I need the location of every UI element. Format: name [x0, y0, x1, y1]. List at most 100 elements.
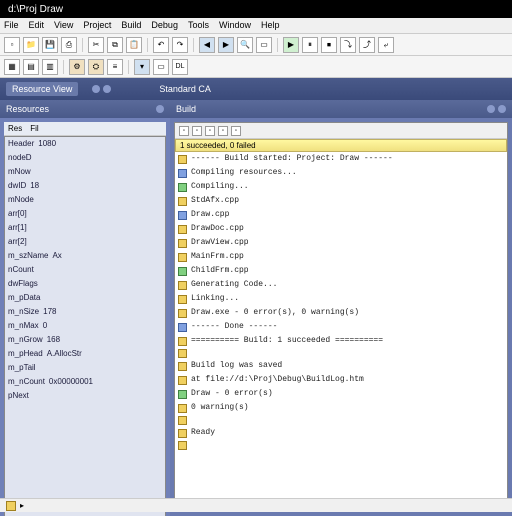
var-row[interactable]: m_nMax 0: [5, 319, 165, 333]
out-opt4-icon[interactable]: ▫: [218, 126, 228, 136]
stop-icon[interactable]: ⏹: [321, 37, 337, 53]
panel-close-icon[interactable]: [498, 105, 506, 113]
out-opt2-icon[interactable]: ▫: [192, 126, 202, 136]
var-row[interactable]: m_nSize 178: [5, 305, 165, 319]
menu-view[interactable]: View: [54, 20, 73, 31]
var-row[interactable]: dwID 18: [5, 179, 165, 193]
copy-icon[interactable]: ⧉: [107, 37, 123, 53]
tab-close-icon[interactable]: [103, 85, 111, 93]
menu-edit[interactable]: Edit: [29, 20, 45, 31]
out-opt5-icon[interactable]: ▫: [231, 126, 241, 136]
row-icon: [178, 253, 187, 262]
menu-file[interactable]: File: [4, 20, 19, 31]
menu-tools[interactable]: Tools: [188, 20, 209, 31]
new-file-icon[interactable]: ▫: [4, 37, 20, 53]
row-icon: [178, 376, 187, 385]
step-over-icon[interactable]: ⤴: [359, 37, 375, 53]
redo-icon[interactable]: ↷: [172, 37, 188, 53]
res-view-icon[interactable]: ▤: [23, 59, 39, 75]
menu-debug[interactable]: Debug: [151, 20, 178, 31]
output-row: ------ Done ------: [175, 320, 507, 334]
class-view-icon[interactable]: ▦: [4, 59, 20, 75]
out-opt1-icon[interactable]: ▫: [179, 126, 189, 136]
var-name: m_nMax: [8, 320, 39, 332]
var-row[interactable]: m_pHead A.AllocStr: [5, 347, 165, 361]
save-icon[interactable]: 💾: [42, 37, 58, 53]
start-icon[interactable]: ▶: [283, 37, 299, 53]
row-icon: [178, 337, 187, 346]
var-name: mNow: [8, 166, 31, 178]
step-out-icon[interactable]: ⤶: [378, 37, 394, 53]
cut-icon[interactable]: ✂: [88, 37, 104, 53]
var-row[interactable]: m_szName Ax: [5, 249, 165, 263]
window-title: d:\Proj Draw: [8, 4, 63, 15]
config-icon[interactable]: ▾: [134, 59, 150, 75]
undo-icon[interactable]: ↶: [153, 37, 169, 53]
compile-icon[interactable]: ⚙: [69, 59, 85, 75]
menu-help[interactable]: Help: [261, 20, 280, 31]
var-row[interactable]: m_pData: [5, 291, 165, 305]
row-text: Ready: [191, 427, 215, 439]
panel-right-title: Build: [176, 104, 196, 114]
output-row: MainFrm.cpp: [175, 250, 507, 264]
var-row[interactable]: dwFlags: [5, 277, 165, 291]
panel-min-icon[interactable]: [487, 105, 495, 113]
statusbar: ▸: [0, 498, 512, 512]
dl-icon[interactable]: DL: [172, 59, 188, 75]
nav-back-icon[interactable]: ◀: [199, 37, 215, 53]
app-frame: File Edit View Project Build Debug Tools…: [0, 18, 512, 512]
output-icon[interactable]: ▭: [153, 59, 169, 75]
var-row[interactable]: pNext: [5, 389, 165, 403]
save-all-icon[interactable]: ⎙: [61, 37, 77, 53]
menu-window[interactable]: Window: [219, 20, 251, 31]
row-icon: [178, 349, 187, 358]
build-icon[interactable]: ⛭: [88, 59, 104, 75]
var-row[interactable]: nodeD: [5, 151, 165, 165]
menubar: File Edit View Project Build Debug Tools…: [0, 18, 512, 34]
menu-project[interactable]: Project: [83, 20, 111, 31]
paste-icon[interactable]: 📋: [126, 37, 142, 53]
workspace: Resources Res Fil Header 1080nodeD mNow …: [0, 100, 512, 516]
file-view-icon[interactable]: ▥: [42, 59, 58, 75]
nav-fwd-icon[interactable]: ▶: [218, 37, 234, 53]
break-icon[interactable]: ⏸: [302, 37, 318, 53]
var-row[interactable]: mNode: [5, 193, 165, 207]
step-icon[interactable]: ⤵: [340, 37, 356, 53]
var-name: nCount: [8, 264, 34, 276]
row-text: ------ Build started: Project: Draw ----…: [191, 153, 393, 165]
subtab-fil[interactable]: Fil: [30, 124, 38, 133]
var-value: 168: [47, 334, 60, 346]
var-row[interactable]: mNow: [5, 165, 165, 179]
output-pane: ▫ ▫ ▫ ▫ ▫ 1 succeeded, 0 failed ------ B…: [174, 122, 508, 512]
output-row: Ready: [175, 426, 507, 440]
output-row: Draw - 0 error(s): [175, 387, 507, 401]
row-icon: [178, 225, 187, 234]
subtab-res[interactable]: Res: [8, 124, 22, 133]
tab-resource-view[interactable]: Resource View: [6, 82, 78, 96]
out-opt3-icon[interactable]: ▫: [205, 126, 215, 136]
row-icon: [178, 441, 187, 450]
row-icon: [178, 309, 187, 318]
output-row: Generating Code...: [175, 278, 507, 292]
tab-standard[interactable]: Standard CA: [153, 82, 217, 96]
bookmark-icon[interactable]: ▭: [256, 37, 272, 53]
status-icon: [6, 501, 16, 511]
var-row[interactable]: arr[1]: [5, 221, 165, 235]
var-row[interactable]: m_nCount 0x00000001: [5, 375, 165, 389]
row-icon: [178, 183, 187, 192]
open-icon[interactable]: 📁: [23, 37, 39, 53]
var-row[interactable]: m_pTail: [5, 361, 165, 375]
menu-build[interactable]: Build: [121, 20, 141, 31]
panel-right-header: Build: [170, 100, 512, 118]
row-icon: [178, 323, 187, 332]
batch-icon[interactable]: ≡: [107, 59, 123, 75]
panel-pin-icon[interactable]: [156, 105, 164, 113]
row-text: ========== Build: 1 succeeded ==========: [191, 335, 383, 347]
var-row[interactable]: arr[2]: [5, 235, 165, 249]
var-row[interactable]: nCount: [5, 263, 165, 277]
tab-option-icon[interactable]: [92, 85, 100, 93]
var-row[interactable]: m_nGrow 168: [5, 333, 165, 347]
var-row[interactable]: arr[0]: [5, 207, 165, 221]
var-row[interactable]: Header 1080: [5, 137, 165, 151]
find-icon[interactable]: 🔍: [237, 37, 253, 53]
